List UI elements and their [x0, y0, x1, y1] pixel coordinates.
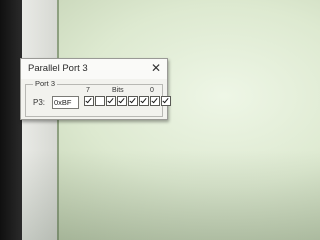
port-group-box: Port 3 P3: 0xBF 7 Bits 0 — [25, 79, 171, 117]
bit-2-checkbox[interactable] — [139, 96, 149, 106]
close-icon[interactable]: ✕ — [149, 61, 163, 75]
dialog-titlebar[interactable]: Parallel Port 3 ✕ — [21, 59, 167, 79]
bit-checkbox-row — [84, 96, 171, 106]
dialog-title: Parallel Port 3 — [28, 63, 88, 74]
port-group-label: Port 3 — [33, 79, 58, 89]
bit-5-checkbox[interactable] — [106, 96, 116, 106]
bit-high-label: 7 — [86, 87, 90, 94]
bit-6-checkbox[interactable] — [95, 96, 105, 106]
bit-4-checkbox[interactable] — [117, 96, 127, 106]
port-field-label: P3: — [33, 98, 46, 107]
bit-1-checkbox[interactable] — [150, 96, 160, 106]
monitor-bezel — [0, 0, 22, 240]
bit-low-label: 0 — [150, 87, 154, 94]
bit-7-checkbox[interactable] — [84, 96, 94, 106]
bit-0-checkbox[interactable] — [161, 96, 171, 106]
screen-shading — [22, 150, 320, 240]
port-value-field[interactable]: 0xBF — [52, 96, 79, 109]
bits-caption: Bits — [112, 87, 124, 94]
parallel-port-dialog: Parallel Port 3 ✕ Port 3 P3: 0xBF 7 Bits… — [20, 58, 171, 120]
bit-3-checkbox[interactable] — [128, 96, 138, 106]
